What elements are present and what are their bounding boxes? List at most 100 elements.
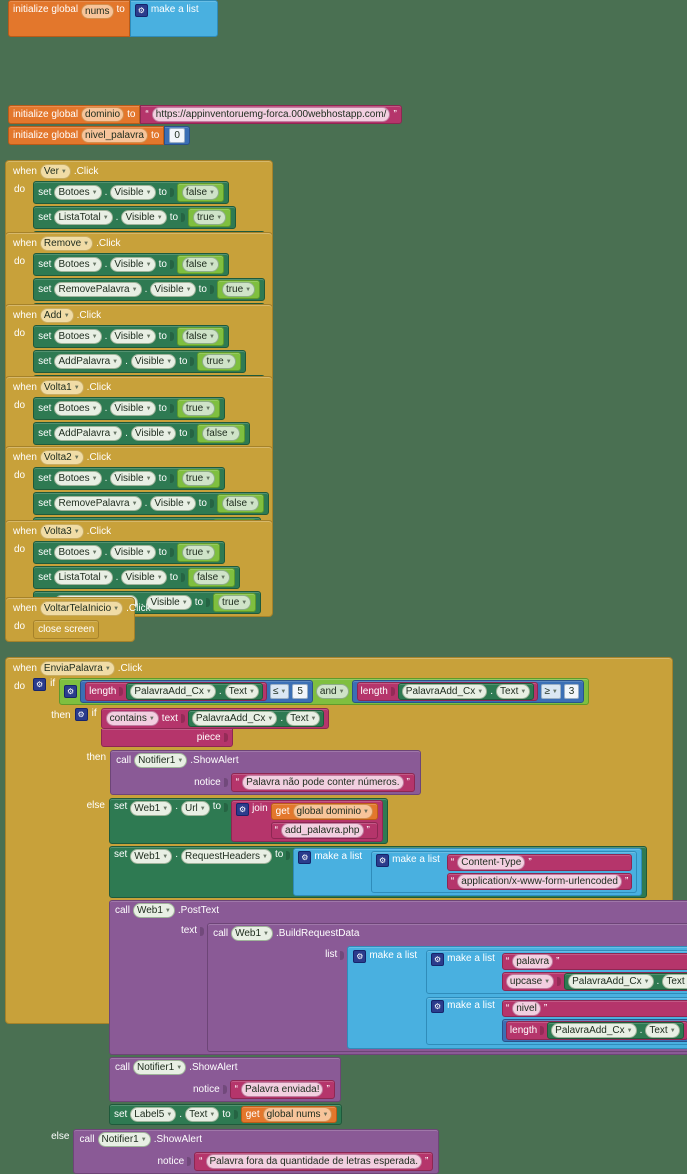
cx-property[interactable]: Text▼: [662, 974, 687, 989]
chevron-down-icon[interactable]: ▼: [209, 262, 215, 268]
chevron-down-icon[interactable]: ▼: [132, 501, 138, 507]
component-getter[interactable]: PalavraAdd_Cx▼ . Text▼: [188, 710, 325, 727]
chevron-down-icon[interactable]: ▼: [176, 1065, 182, 1071]
chevron-down-icon[interactable]: ▼: [263, 931, 269, 937]
global-nums-ref[interactable]: global nums▼: [263, 1107, 333, 1122]
global-dominio-block[interactable]: initialize global dominio to “ https://a…: [8, 105, 402, 124]
chevron-down-icon[interactable]: ▼: [112, 431, 118, 437]
chevron-down-icon[interactable]: ▼: [363, 809, 369, 815]
cx-component[interactable]: PalavraAdd_Cx▼: [130, 684, 215, 699]
chevron-down-icon[interactable]: ▼: [182, 600, 188, 606]
chevron-down-icon[interactable]: ▼: [74, 529, 80, 535]
logic-value[interactable]: true▼: [177, 543, 220, 562]
event-component-ver[interactable]: Ver▼: [40, 164, 71, 179]
mutator-icon[interactable]: [64, 685, 77, 698]
set-block[interactable]: set Botoes▼ . Visible▼ to true▼: [33, 467, 225, 490]
chevron-down-icon[interactable]: ▼: [149, 716, 155, 722]
string-block[interactable]: “ add_palavra.php ”: [271, 822, 378, 839]
close-screen-block[interactable]: close screen: [33, 620, 99, 639]
chevron-down-icon[interactable]: ▼: [230, 431, 236, 437]
length-block-left[interactable]: length PalavraAdd_Cx▼ . Text▼: [85, 682, 267, 701]
event-block-voltartelainicio[interactable]: when VoltarTelaInicio▼ .Click do close s…: [5, 597, 135, 642]
chevron-down-icon[interactable]: ▼: [205, 406, 211, 412]
set-component[interactable]: RemovePalavra▼: [54, 496, 141, 511]
chevron-down-icon[interactable]: ▼: [105, 666, 111, 672]
chevron-down-icon[interactable]: ▼: [267, 716, 273, 722]
chevron-down-icon[interactable]: ▼: [92, 406, 98, 412]
chevron-down-icon[interactable]: ▼: [186, 501, 192, 507]
header-name-block[interactable]: “ Content-Type ”: [447, 854, 632, 871]
set-property[interactable]: Visible▼: [146, 595, 191, 610]
component-getter[interactable]: PalavraAdd_Cx▼ . Text▼: [398, 683, 535, 700]
set-component[interactable]: Botoes▼: [54, 471, 101, 486]
and-operator[interactable]: and▼: [316, 684, 349, 699]
notifier-sent-block[interactable]: call Notifier1▼ .ShowAlert notice “: [109, 1057, 341, 1102]
event-component-remove[interactable]: Remove▼: [40, 236, 93, 251]
header-urlencoded[interactable]: application/x-www-form-urlencoded: [457, 874, 622, 889]
mutator-icon[interactable]: [431, 1000, 444, 1013]
make-a-list-outer[interactable]: make a list make a list “ Content-: [293, 848, 642, 896]
key-palavra-block[interactable]: “ palavra ”: [502, 953, 687, 970]
upcase-dropdown[interactable]: upcase▼: [506, 974, 554, 989]
chevron-down-icon[interactable]: ▼: [146, 190, 152, 196]
mutator-icon[interactable]: [33, 678, 46, 691]
event-component-volta1[interactable]: Volta1▼: [40, 380, 84, 395]
operator-le[interactable]: ≤▼: [270, 684, 289, 699]
alert-message-numeros[interactable]: Palavra não pode conter números.: [242, 775, 403, 790]
set-property[interactable]: Visible▼: [121, 570, 166, 585]
event-component-volta3[interactable]: Volta3▼: [40, 524, 84, 539]
set-property[interactable]: Visible▼: [131, 426, 176, 441]
cx-component[interactable]: PalavraAdd_Cx▼: [402, 684, 487, 699]
set-component[interactable]: Botoes▼: [54, 545, 101, 560]
logic-value[interactable]: true▼: [217, 280, 260, 299]
notifier-outofrange-block[interactable]: call Notifier1▼ .ShowAlert notice “ Pala…: [73, 1129, 439, 1174]
chevron-down-icon[interactable]: ▼: [157, 215, 163, 221]
logic-value[interactable]: false▼: [217, 494, 264, 513]
chevron-down-icon[interactable]: ▼: [166, 359, 172, 365]
chevron-down-icon[interactable]: ▼: [216, 215, 222, 221]
chevron-down-icon[interactable]: ▼: [520, 689, 526, 695]
chevron-down-icon[interactable]: ▼: [552, 689, 558, 695]
chevron-down-icon[interactable]: ▼: [92, 262, 98, 268]
make-a-list-inner[interactable]: make a list “ Content-Type ”: [371, 851, 637, 893]
set-block[interactable]: set Botoes▼ . Visible▼ to true▼: [33, 541, 225, 564]
logic-value[interactable]: true▼: [177, 399, 220, 418]
chevron-down-icon[interactable]: ▼: [83, 241, 89, 247]
logic-value[interactable]: true▼: [197, 352, 240, 371]
join-block[interactable]: join get global dominio▼ “: [231, 800, 383, 842]
set-property[interactable]: Visible▼: [110, 329, 155, 344]
contains-block[interactable]: contains▼ text PalavraAdd_Cx▼ . Text▼: [101, 708, 330, 729]
mutator-icon[interactable]: [236, 803, 249, 816]
key-palavra[interactable]: palavra: [512, 954, 553, 969]
pair-nivel[interactable]: make a list “ nivel ”: [426, 997, 687, 1045]
mutator-icon[interactable]: [353, 950, 366, 963]
set-request-headers-block[interactable]: set Web1▼ . RequestHeaders▼ to make a li…: [109, 846, 647, 898]
set-property[interactable]: Visible▼: [131, 354, 176, 369]
set-property[interactable]: Visible▼: [110, 185, 155, 200]
cx-property[interactable]: Text▼: [286, 711, 320, 726]
set-component[interactable]: ListaTotal▼: [54, 210, 112, 225]
set-block[interactable]: set RemovePalavra▼ . Visible▼ to true▼: [33, 278, 265, 301]
chevron-down-icon[interactable]: ▼: [280, 689, 286, 695]
pairs-list-outer[interactable]: make a list make a list: [347, 946, 687, 1049]
web-component[interactable]: Web1▼: [130, 801, 172, 816]
chevron-down-icon[interactable]: ▼: [103, 215, 109, 221]
chevron-down-icon[interactable]: ▼: [162, 806, 168, 812]
chevron-down-icon[interactable]: ▼: [323, 1112, 329, 1118]
chevron-down-icon[interactable]: ▼: [92, 334, 98, 340]
global-name-nums[interactable]: nums: [81, 4, 113, 19]
set-component[interactable]: AddPalavra▼: [54, 426, 122, 441]
chevron-down-icon[interactable]: ▼: [112, 359, 118, 365]
string-block[interactable]: “ Palavra fora da quantidade de letras e…: [194, 1152, 433, 1171]
chevron-down-icon[interactable]: ▼: [205, 550, 211, 556]
chevron-down-icon[interactable]: ▼: [226, 359, 232, 365]
mutator-icon[interactable]: [75, 708, 88, 721]
chevron-down-icon[interactable]: ▼: [670, 1028, 676, 1034]
event-component-add[interactable]: Add▼: [40, 308, 74, 323]
event-block-enviapalavra[interactable]: when EnviaPalavra▼ .Click do if: [5, 657, 673, 1024]
chevron-down-icon[interactable]: ▼: [113, 606, 119, 612]
string-block[interactable]: “ Palavra enviada! ”: [230, 1080, 335, 1099]
mutator-icon[interactable]: [431, 953, 444, 966]
cx-component[interactable]: PalavraAdd_Cx▼: [568, 974, 653, 989]
set-block[interactable]: set Botoes▼ . Visible▼ to true▼: [33, 397, 225, 420]
